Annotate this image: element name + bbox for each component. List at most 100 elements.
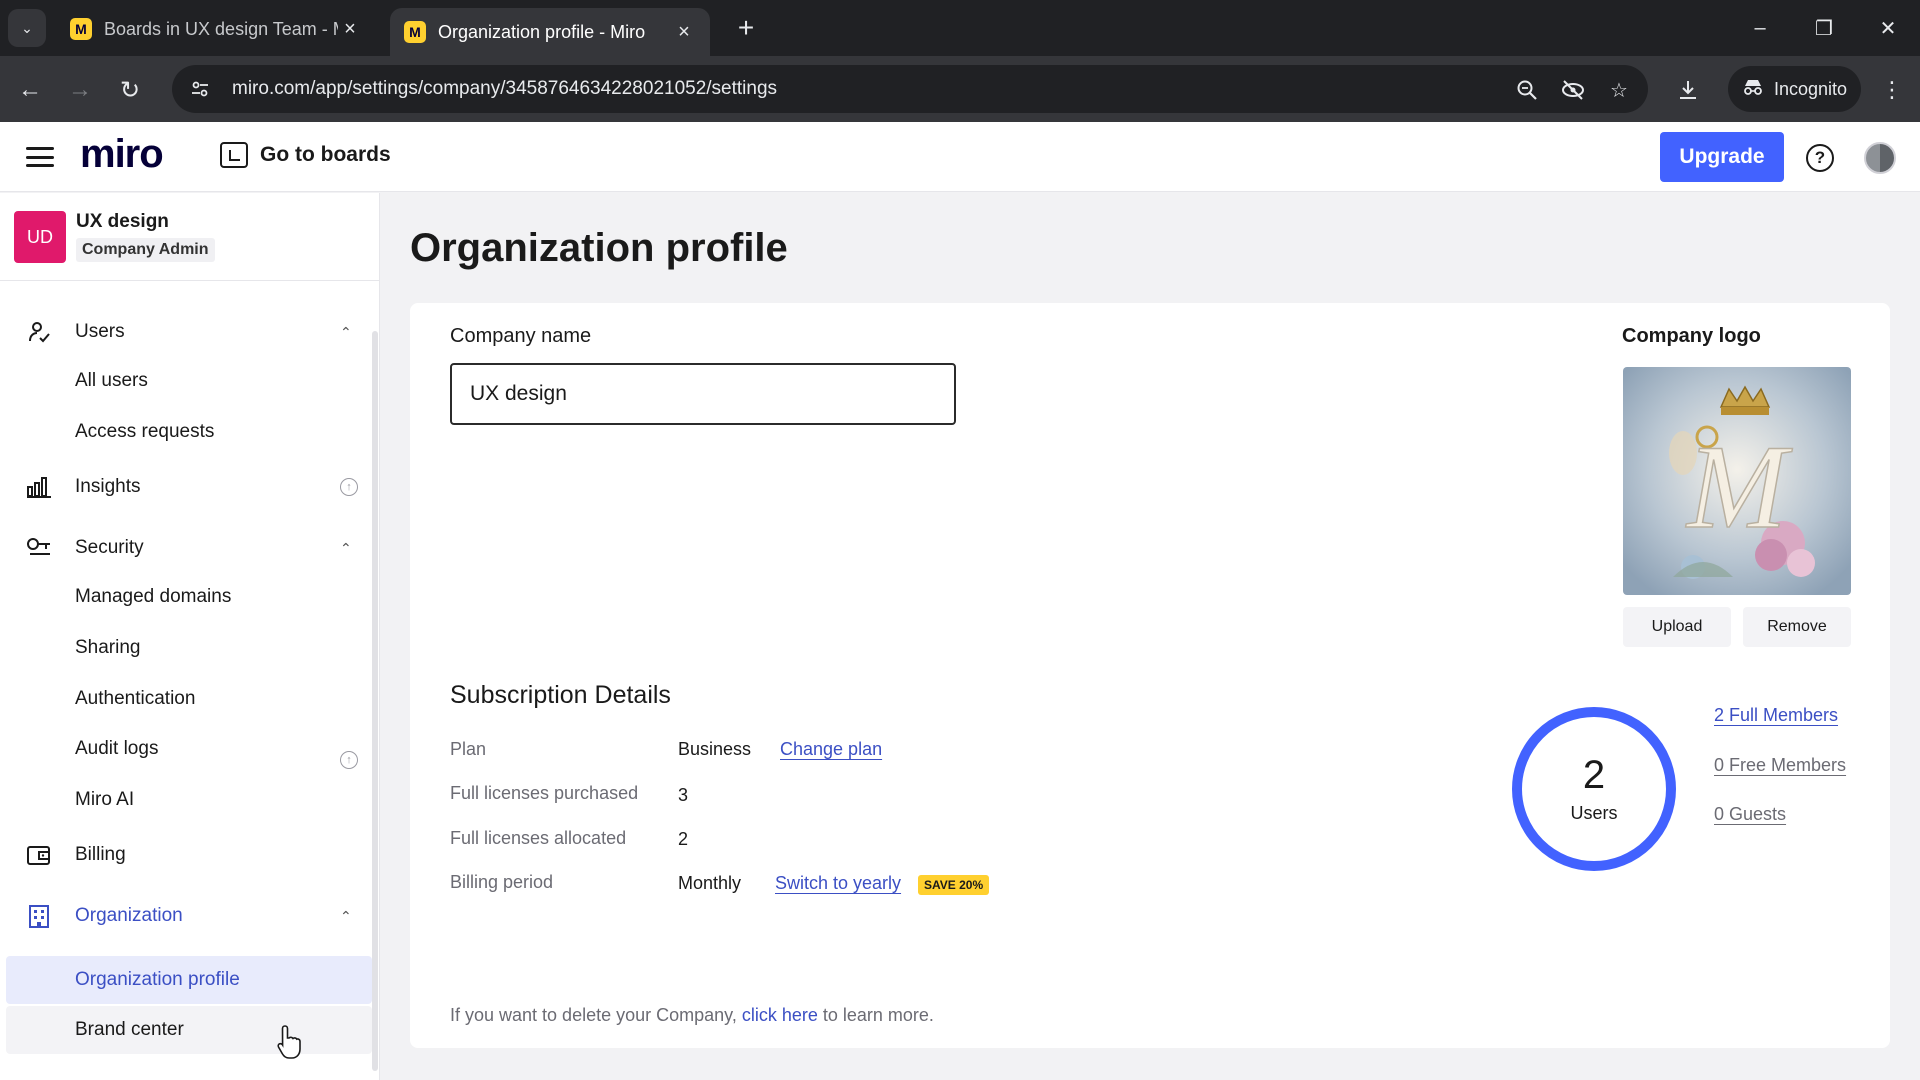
app-header: miro Go to boards Upgrade ?	[0, 122, 1920, 192]
sidebar-item-label: Users	[75, 321, 125, 342]
change-plan-link[interactable]: Change plan	[780, 739, 882, 760]
users-count: 2	[1582, 753, 1606, 797]
sidebar-item-miro-ai[interactable]: Miro AI	[6, 776, 372, 824]
users-donut-chart: 2 Users	[1512, 707, 1676, 871]
download-icon[interactable]	[1670, 72, 1706, 108]
bookmark-star-icon[interactable]: ☆	[1604, 75, 1634, 105]
go-to-boards-button[interactable]: Go to boards	[220, 142, 391, 168]
upload-logo-button[interactable]: Upload	[1623, 607, 1731, 647]
company-name-label: Company name	[450, 325, 592, 347]
incognito-label: Incognito	[1774, 78, 1848, 99]
hamburger-menu-icon[interactable]	[26, 144, 54, 170]
forward-arrow-icon[interactable]: →	[62, 72, 98, 108]
incognito-icon	[1742, 78, 1764, 101]
sidebar-item-organization-profile[interactable]: Organization profile	[6, 956, 372, 1004]
url-text: miro.com/app/settings/company/3458764634…	[232, 78, 778, 99]
allocated-value: 2	[678, 829, 689, 849]
purchased-label: Full licenses purchased	[450, 783, 639, 803]
close-icon[interactable]: ×	[338, 18, 362, 41]
restore-icon[interactable]: ❐	[1794, 8, 1854, 48]
site-settings-icon[interactable]	[186, 75, 214, 103]
chevron-down-icon: ⌄	[21, 19, 33, 36]
upgrade-button[interactable]: Upgrade	[1660, 132, 1784, 182]
sidebar-item-access-requests[interactable]: Access requests	[6, 408, 372, 456]
save-badge: SAVE 20%	[918, 875, 990, 895]
help-icon[interactable]: ?	[1806, 144, 1834, 172]
tab-title: Organization profile - Miro	[438, 21, 646, 42]
tab-search-button[interactable]: ⌄	[8, 9, 46, 47]
go-to-boards-label: Go to boards	[260, 143, 391, 166]
miro-logo[interactable]: miro	[80, 132, 164, 177]
company-logo-image: M	[1623, 367, 1851, 595]
chevron-up-icon: ⌃	[340, 539, 352, 556]
org-role-badge: Company Admin	[76, 238, 215, 262]
key-icon	[26, 535, 52, 561]
plan-label: Plan	[450, 739, 487, 759]
billing-period-label: Billing period	[450, 872, 554, 892]
org-name: UX design	[76, 211, 169, 232]
settings-sidebar: UD UX design Company Admin Users ⌃ All u…	[0, 193, 380, 1080]
browser-tabstrip: ⌄ M Boards in UX design Team - Miro × M …	[0, 0, 1920, 56]
new-tab-button[interactable]: +	[728, 10, 764, 46]
miro-favicon-icon: M	[404, 21, 426, 43]
chevron-up-icon: ⌃	[340, 907, 352, 924]
sidebar-item-audit-logs[interactable]: Audit logs	[6, 725, 372, 773]
close-icon[interactable]: ×	[672, 21, 696, 44]
sidebar-item-billing[interactable]: Billing	[0, 830, 372, 880]
plan-value: Business	[678, 739, 752, 759]
user-check-icon	[26, 319, 52, 345]
upgrade-info-icon: ↑	[340, 478, 358, 496]
browser-tab-boards[interactable]: M Boards in UX design Team - Miro ×	[56, 8, 376, 50]
zoom-icon[interactable]	[1512, 75, 1542, 105]
sidebar-item-brand-center[interactable]: Brand center	[6, 1006, 372, 1054]
incognito-indicator[interactable]: Incognito	[1728, 66, 1862, 112]
browser-toolbar: ← → ↻ miro.com/app/settings/company/3458…	[0, 56, 1920, 122]
reload-icon[interactable]: ↻	[112, 72, 148, 108]
boards-icon	[220, 142, 248, 168]
window-close-icon[interactable]: ✕	[1858, 8, 1918, 48]
sidebar-item-insights[interactable]: Insights ↑	[0, 462, 372, 512]
tab-title: Boards in UX design Team - Miro	[104, 18, 338, 39]
sidebar-item-sharing[interactable]: Sharing	[6, 624, 372, 672]
remove-logo-button[interactable]: Remove	[1743, 607, 1851, 647]
org-badge: UD	[14, 211, 66, 263]
hand-cursor-icon	[276, 1024, 304, 1060]
full-members-link[interactable]: 2 Full Members	[1714, 705, 1838, 726]
company-name-input[interactable]	[450, 363, 956, 425]
sidebar-item-label: Billing	[75, 844, 126, 865]
logo-letter: M	[1685, 420, 1793, 553]
browser-menu-icon[interactable]: ⋮	[1874, 72, 1910, 108]
sidebar-item-label: Security	[75, 537, 144, 558]
address-bar[interactable]: miro.com/app/settings/company/3458764634…	[172, 65, 1648, 113]
minimize-icon[interactable]: –	[1730, 8, 1790, 48]
miro-favicon-icon: M	[70, 18, 92, 40]
sidebar-item-label: Organization	[75, 905, 183, 926]
free-members-link[interactable]: 0 Free Members	[1714, 755, 1846, 776]
wallet-icon	[26, 842, 52, 868]
company-logo-label: Company logo	[1622, 325, 1761, 347]
upgrade-info-icon: ↑	[340, 751, 358, 769]
avatar[interactable]	[1864, 142, 1896, 174]
allocated-label: Full licenses allocated	[450, 828, 627, 848]
delete-note-text: If you want to delete your Company,	[450, 1005, 742, 1025]
chevron-up-icon: ⌃	[340, 323, 352, 340]
organization-profile-card: Company name Company logo M Upload	[410, 303, 1890, 1048]
sidebar-item-users[interactable]: Users ⌃	[0, 307, 372, 357]
bar-chart-icon	[26, 474, 52, 500]
sidebar-item-managed-domains[interactable]: Managed domains	[6, 573, 372, 621]
sidebar-item-security[interactable]: Security ⌃	[0, 523, 372, 573]
users-count-label: Users	[1570, 803, 1618, 823]
tracking-protection-icon[interactable]	[1558, 75, 1588, 105]
delete-note-text-end: to learn more.	[817, 1005, 934, 1025]
sidebar-scrollbar[interactable]	[372, 331, 378, 1071]
organization-header[interactable]: UD UX design Company Admin	[0, 193, 379, 281]
sidebar-item-organization[interactable]: Organization ⌃	[0, 891, 372, 941]
sidebar-item-all-users[interactable]: All users	[6, 357, 372, 405]
delete-click-here-link[interactable]: click here	[742, 1005, 818, 1025]
sidebar-item-authentication[interactable]: Authentication	[6, 675, 372, 723]
back-arrow-icon[interactable]: ←	[12, 72, 48, 108]
guests-link[interactable]: 0 Guests	[1714, 804, 1786, 825]
billing-period-value: Monthly	[678, 873, 742, 893]
switch-to-yearly-link[interactable]: Switch to yearly	[775, 873, 901, 894]
browser-tab-organization-profile[interactable]: M Organization profile - Miro ×	[390, 8, 710, 56]
